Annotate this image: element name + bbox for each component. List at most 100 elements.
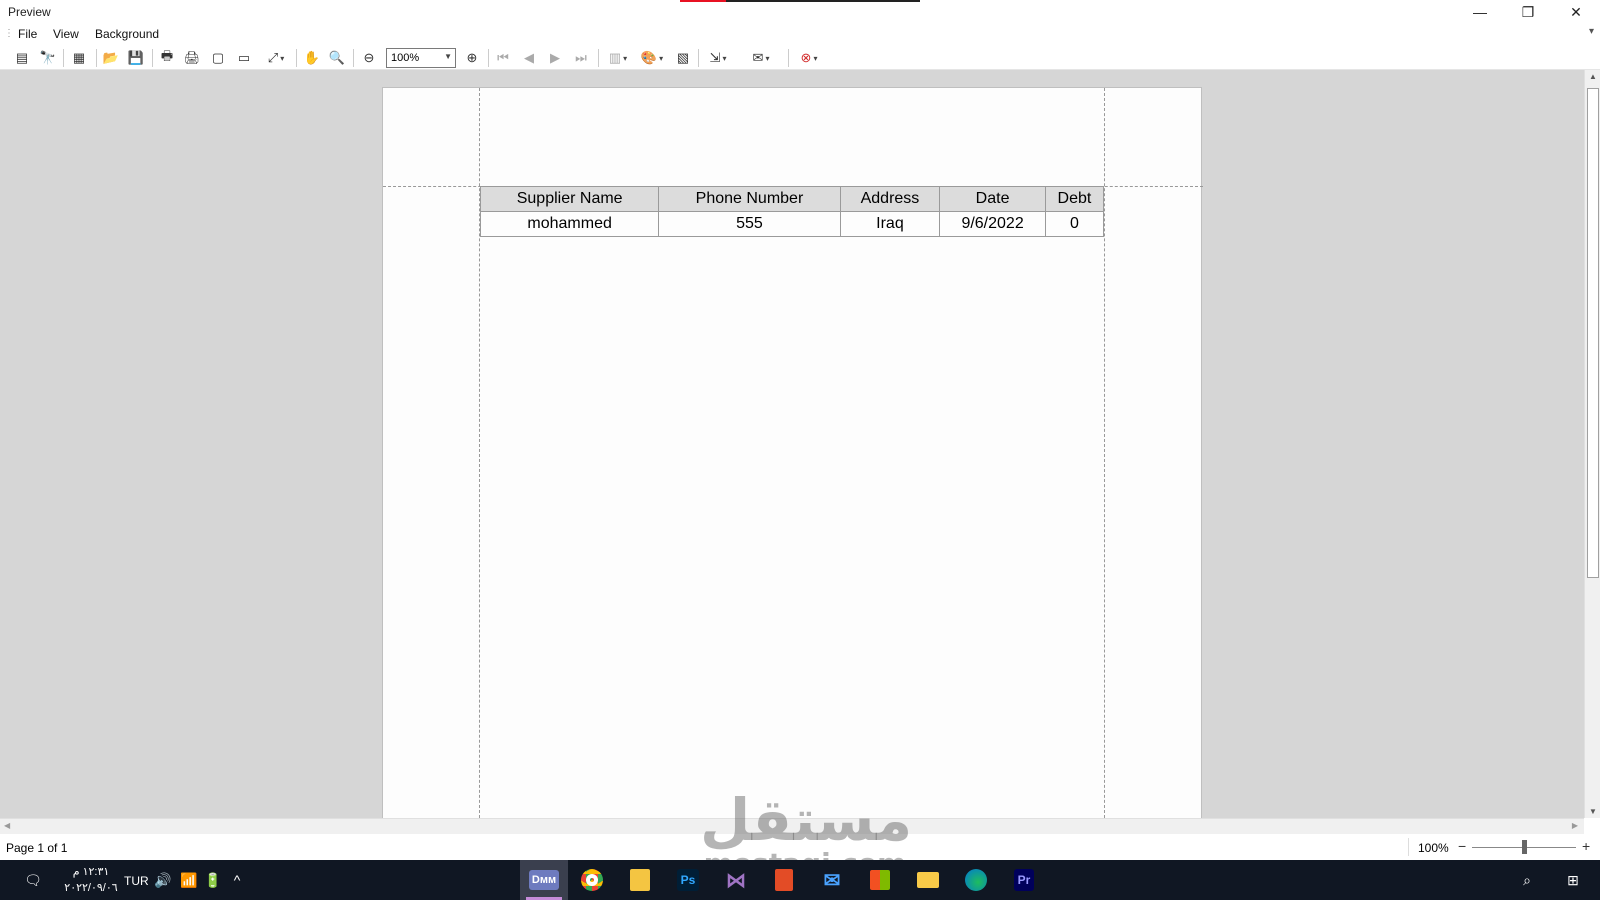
- language-indicator[interactable]: TUR: [124, 874, 149, 888]
- toc-icon[interactable]: ▤: [13, 49, 31, 67]
- horizontal-scrollbar[interactable]: ◀ ▶: [0, 818, 1584, 834]
- taskbar-app-photoshop[interactable]: Ps: [672, 864, 704, 896]
- taskbar-app-explorer[interactable]: [912, 864, 944, 896]
- toolbar-separator: [296, 49, 297, 67]
- chevron-up-icon[interactable]: ^: [226, 860, 248, 900]
- taskbar-app-store[interactable]: [864, 864, 896, 896]
- toolbar-separator: [96, 49, 97, 67]
- wifi-icon[interactable]: 📶: [178, 860, 200, 900]
- scroll-up-icon[interactable]: ▲: [1589, 72, 1597, 81]
- print-icon[interactable]: 🖶: [158, 48, 176, 67]
- column-header: Phone Number: [658, 186, 841, 212]
- find-icon[interactable]: 🔭: [39, 49, 57, 67]
- toolbar-separator: [698, 49, 699, 67]
- battery-icon[interactable]: 🔋: [202, 860, 224, 900]
- taskbar-app-premiere[interactable]: Pr: [1008, 864, 1040, 896]
- vertical-scrollbar[interactable]: ▲ ▼: [1584, 70, 1600, 818]
- taskbar-app-dmm[interactable]: Dмм: [520, 860, 568, 900]
- restore-button[interactable]: ❐: [1504, 0, 1552, 24]
- volume-icon[interactable]: 🔊: [152, 860, 174, 900]
- clock-time: ١٢:٣١ م: [72, 866, 110, 878]
- column-header: Supplier Name: [479, 186, 660, 212]
- table-cell: 0: [1044, 211, 1105, 237]
- taskbar-app-chrome[interactable]: [576, 864, 608, 896]
- scroll-right-icon[interactable]: ▶: [1572, 821, 1578, 830]
- watermark-icon[interactable]: ▧: [674, 49, 692, 67]
- menu-background[interactable]: Background: [95, 27, 159, 41]
- taskbar-clock[interactable]: ١٢:٣١ م ٢٠٢٢/٠٩/٠٦: [58, 864, 124, 896]
- edge-icon: [965, 869, 987, 891]
- chrome-icon: [581, 869, 603, 891]
- report-page: Supplier Name Phone Number Address Date …: [382, 87, 1203, 818]
- toolbar-separator: [788, 49, 789, 67]
- quick-print-icon[interactable]: 🖨: [183, 49, 201, 67]
- mail-icon: ✉: [823, 869, 841, 892]
- vertical-scroll-thumb[interactable]: [1587, 88, 1599, 578]
- menu-file[interactable]: File: [18, 27, 37, 41]
- taskbar-app-mail[interactable]: ✉: [816, 864, 848, 896]
- toolbar-separator: [152, 49, 153, 67]
- title-accent-red: [680, 0, 726, 2]
- table-cell: 555: [658, 211, 841, 237]
- taskbar-app-office[interactable]: [768, 864, 800, 896]
- dmm-icon: Dмм: [528, 870, 560, 890]
- table-cell: mohammed: [479, 211, 660, 237]
- scale-icon[interactable]: ⤢: [262, 49, 290, 67]
- photoshop-icon: Ps: [676, 869, 700, 891]
- scroll-left-icon[interactable]: ◀: [4, 821, 10, 830]
- toolbar-separator: [353, 49, 354, 67]
- search-icon[interactable]: ⌕: [1512, 860, 1542, 900]
- email-icon[interactable]: ✉: [747, 49, 775, 67]
- table-row: mohammed 555 Iraq 9/6/2022 0: [479, 211, 1105, 237]
- zoom-combobox-value: 100%: [391, 52, 420, 64]
- store-icon: [870, 870, 890, 890]
- close-preview-icon[interactable]: ⊗: [795, 49, 823, 67]
- zoom-in-icon[interactable]: ⊕: [463, 49, 481, 67]
- header-footer-icon[interactable]: ▭: [235, 49, 253, 67]
- zoom-combobox[interactable]: 100% ▼: [386, 48, 456, 68]
- minimize-button[interactable]: —: [1456, 0, 1504, 24]
- report-table: Supplier Name Phone Number Address Date …: [479, 186, 1105, 237]
- previous-page-icon[interactable]: ◀: [520, 49, 538, 67]
- export-icon[interactable]: ⇲: [704, 49, 732, 67]
- taskbar-app-visual-studio[interactable]: ⋈: [720, 864, 752, 896]
- multiple-pages-icon[interactable]: ▥: [604, 49, 632, 67]
- last-page-icon[interactable]: ⏭: [572, 49, 590, 67]
- magnifier-icon[interactable]: 🔍: [328, 49, 346, 67]
- sticky-notes-icon: [630, 869, 650, 891]
- taskbar-app-edge[interactable]: [960, 864, 992, 896]
- menu-view[interactable]: View: [53, 27, 79, 41]
- next-page-icon[interactable]: ▶: [546, 49, 564, 67]
- hand-tool-icon[interactable]: ✋: [303, 49, 321, 67]
- menu-overflow-icon[interactable]: ▾: [1589, 26, 1594, 37]
- margin-guide-right: [1104, 88, 1105, 818]
- start-icon[interactable]: ⊞: [1558, 860, 1588, 900]
- toolbar-separator: [598, 49, 599, 67]
- save-icon[interactable]: 💾: [127, 49, 145, 67]
- table-cell: 9/6/2022: [939, 211, 1046, 237]
- zoom-percent: 100%: [1418, 841, 1449, 855]
- visual-studio-icon: ⋈: [726, 869, 746, 892]
- zoom-slider-thumb[interactable]: [1522, 840, 1527, 854]
- first-page-icon[interactable]: ⏮: [494, 49, 512, 67]
- page-status: Page 1 of 1: [6, 841, 68, 855]
- zoom-minus-icon[interactable]: −: [1458, 838, 1466, 854]
- menu-bar: ⋮ File View Background ▾: [0, 24, 1600, 44]
- chevron-down-icon[interactable]: ▼: [444, 52, 452, 61]
- scroll-down-icon[interactable]: ▼: [1589, 807, 1597, 816]
- parameters-icon[interactable]: ▦: [70, 49, 88, 67]
- clock-date: ٢٠٢٢/٠٩/٠٦: [64, 882, 118, 894]
- taskbar: 🗨 ١٢:٣١ م ٢٠٢٢/٠٩/٠٦ TUR 🔊 📶 🔋 ^ Dмм Ps …: [0, 860, 1600, 900]
- open-icon[interactable]: 📂: [102, 49, 120, 67]
- status-separator: [1408, 838, 1409, 856]
- close-button[interactable]: ✕: [1552, 0, 1600, 24]
- color-icon[interactable]: 🎨: [638, 49, 666, 67]
- taskbar-app-sticky[interactable]: [624, 864, 656, 896]
- status-bar: Page 1 of 1 100% − +: [0, 834, 1600, 860]
- zoom-plus-icon[interactable]: +: [1582, 838, 1590, 854]
- zoom-out-icon[interactable]: ⊖: [360, 49, 378, 67]
- page-setup-icon[interactable]: ▢: [209, 49, 227, 67]
- notification-icon[interactable]: 🗨: [18, 860, 48, 900]
- preview-workspace[interactable]: Supplier Name Phone Number Address Date …: [0, 70, 1584, 818]
- column-header: Address: [839, 186, 941, 212]
